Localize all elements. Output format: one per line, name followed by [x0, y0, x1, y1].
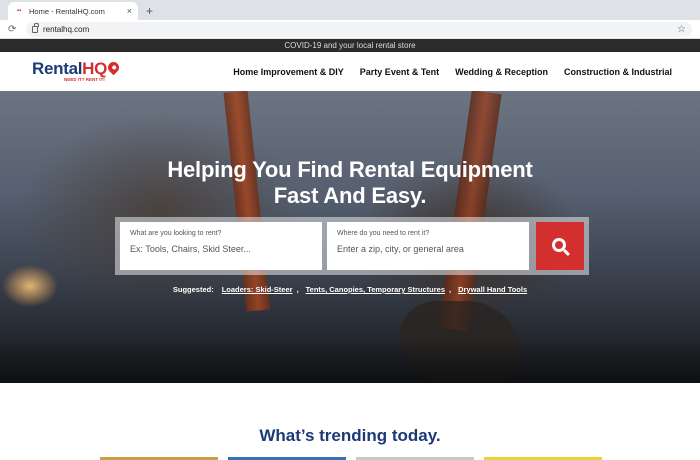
bookmark-star-icon[interactable]: ☆ — [677, 24, 686, 35]
tab-close-icon[interactable]: × — [127, 6, 132, 16]
suggested-label: Suggested: — [172, 285, 214, 294]
search-icon — [551, 237, 566, 252]
browser-tabbar: ▪▪ Home - RentalHQ.com × + — [0, 0, 700, 20]
address-bar: ⟳ rentalhq.com ☆ — [0, 20, 700, 39]
location-pin-icon — [105, 59, 122, 76]
browser-tab[interactable]: ▪▪ Home - RentalHQ.com × — [8, 2, 138, 20]
nav-wedding-reception[interactable]: Wedding & Reception — [455, 67, 548, 77]
where-field[interactable]: Where do you need to rent it? — [327, 222, 529, 270]
rentalhq-logo[interactable]: Rental HQ NEED IT? RENT IT! — [32, 59, 122, 83]
trending-title: What’s trending today. — [259, 426, 441, 445]
suggested-link-drywall[interactable]: Drywall Hand Tools — [458, 285, 527, 294]
hero-title-line1: Helping You Find Rental Equipment — [167, 157, 533, 182]
nav-party-event[interactable]: Party Event & Tent — [360, 67, 439, 77]
main-nav: Home Improvement & DIY Party Event & Ten… — [233, 67, 672, 77]
hero-title: Helping You Find Rental Equipment Fast A… — [0, 157, 700, 209]
hero-title-line2: Fast And Easy. — [273, 183, 427, 208]
suggested-separator: , — [296, 285, 299, 294]
suggested-link-tents[interactable]: Tents, Canopies, Temporary Structures — [306, 285, 445, 294]
tab-title: Home - RentalHQ.com — [29, 6, 105, 16]
what-field-label: What are you looking to rent? — [130, 230, 222, 237]
where-field-label: Where do you need to rent it? — [337, 230, 430, 237]
site-header: Rental HQ NEED IT? RENT IT! Home Improve… — [0, 52, 700, 91]
suggested-link-skid-steer[interactable]: Loaders: Skid-Steer — [222, 285, 293, 294]
hero-background-excavator-arm — [438, 91, 502, 332]
logo-hq-text: HQ — [82, 59, 108, 79]
suggested-searches: Suggested: Loaders: Skid-Steer, Tents, C… — [0, 285, 700, 294]
nav-construction-industrial[interactable]: Construction & Industrial — [564, 67, 672, 77]
trending-section: What’s trending today. — [0, 383, 700, 446]
suggested-separator: , — [449, 285, 452, 294]
hero-section: Helping You Find Rental Equipment Fast A… — [0, 91, 700, 383]
what-field[interactable]: What are you looking to rent? — [120, 222, 322, 270]
search-form: What are you looking to rent? Where do y… — [115, 217, 589, 275]
nav-home-improvement[interactable]: Home Improvement & DIY — [233, 67, 344, 77]
logo-rental-text: Rental — [32, 59, 83, 79]
covid-announcement-link[interactable]: COVID-19 and your local rental store — [0, 39, 700, 52]
reload-icon[interactable]: ⟳ — [8, 24, 22, 35]
hero-background-ground — [0, 343, 700, 383]
rentalhq-favicon-icon: ▪▪ — [16, 8, 22, 14]
lock-icon — [32, 22, 39, 33]
url-text: rentalhq.com — [43, 24, 90, 34]
new-tab-button[interactable]: + — [146, 2, 153, 20]
logo-tagline: NEED IT? RENT IT! — [64, 77, 105, 83]
search-button[interactable] — [536, 222, 584, 270]
what-input[interactable] — [130, 244, 312, 254]
where-input[interactable] — [337, 244, 519, 254]
omnibox[interactable]: rentalhq.com ☆ — [26, 21, 692, 37]
